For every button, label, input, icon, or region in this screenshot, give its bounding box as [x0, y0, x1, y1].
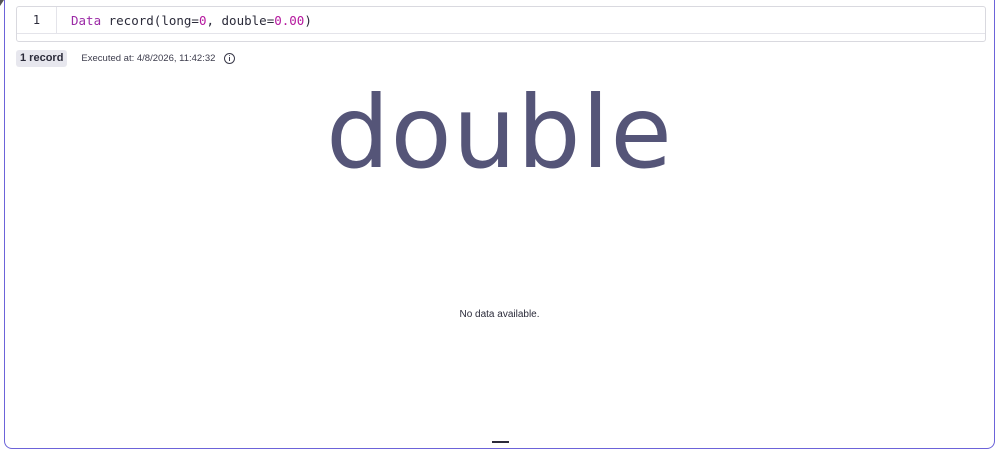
code-segment: , double= [206, 13, 275, 28]
single-value-display: double [326, 74, 673, 191]
info-icon[interactable] [224, 52, 236, 64]
line-number: 1 [17, 7, 57, 34]
code-segment: record(long= [101, 13, 199, 28]
result-meta: 1 record Executed at: 4/8/2026, 11:42:32 [16, 49, 236, 67]
code-text[interactable]: Data record(long=0, double=0.00) [71, 7, 312, 34]
executed-at-text: Executed at: 4/8/2026, 11:42:32 [81, 52, 216, 64]
editor-line[interactable]: 1 Data record(long=0, double=0.00) [17, 7, 985, 34]
code-number: 0.00 [274, 13, 305, 28]
code-editor[interactable]: 1 Data record(long=0, double=0.00) [16, 6, 986, 42]
resize-handle[interactable] [492, 441, 509, 443]
record-count-badge: 1 record [16, 49, 68, 67]
notebook-cell[interactable] [4, 0, 995, 449]
code-keyword: Data [71, 13, 102, 28]
code-segment: ) [304, 13, 312, 28]
empty-state-message: No data available. [459, 309, 540, 320]
